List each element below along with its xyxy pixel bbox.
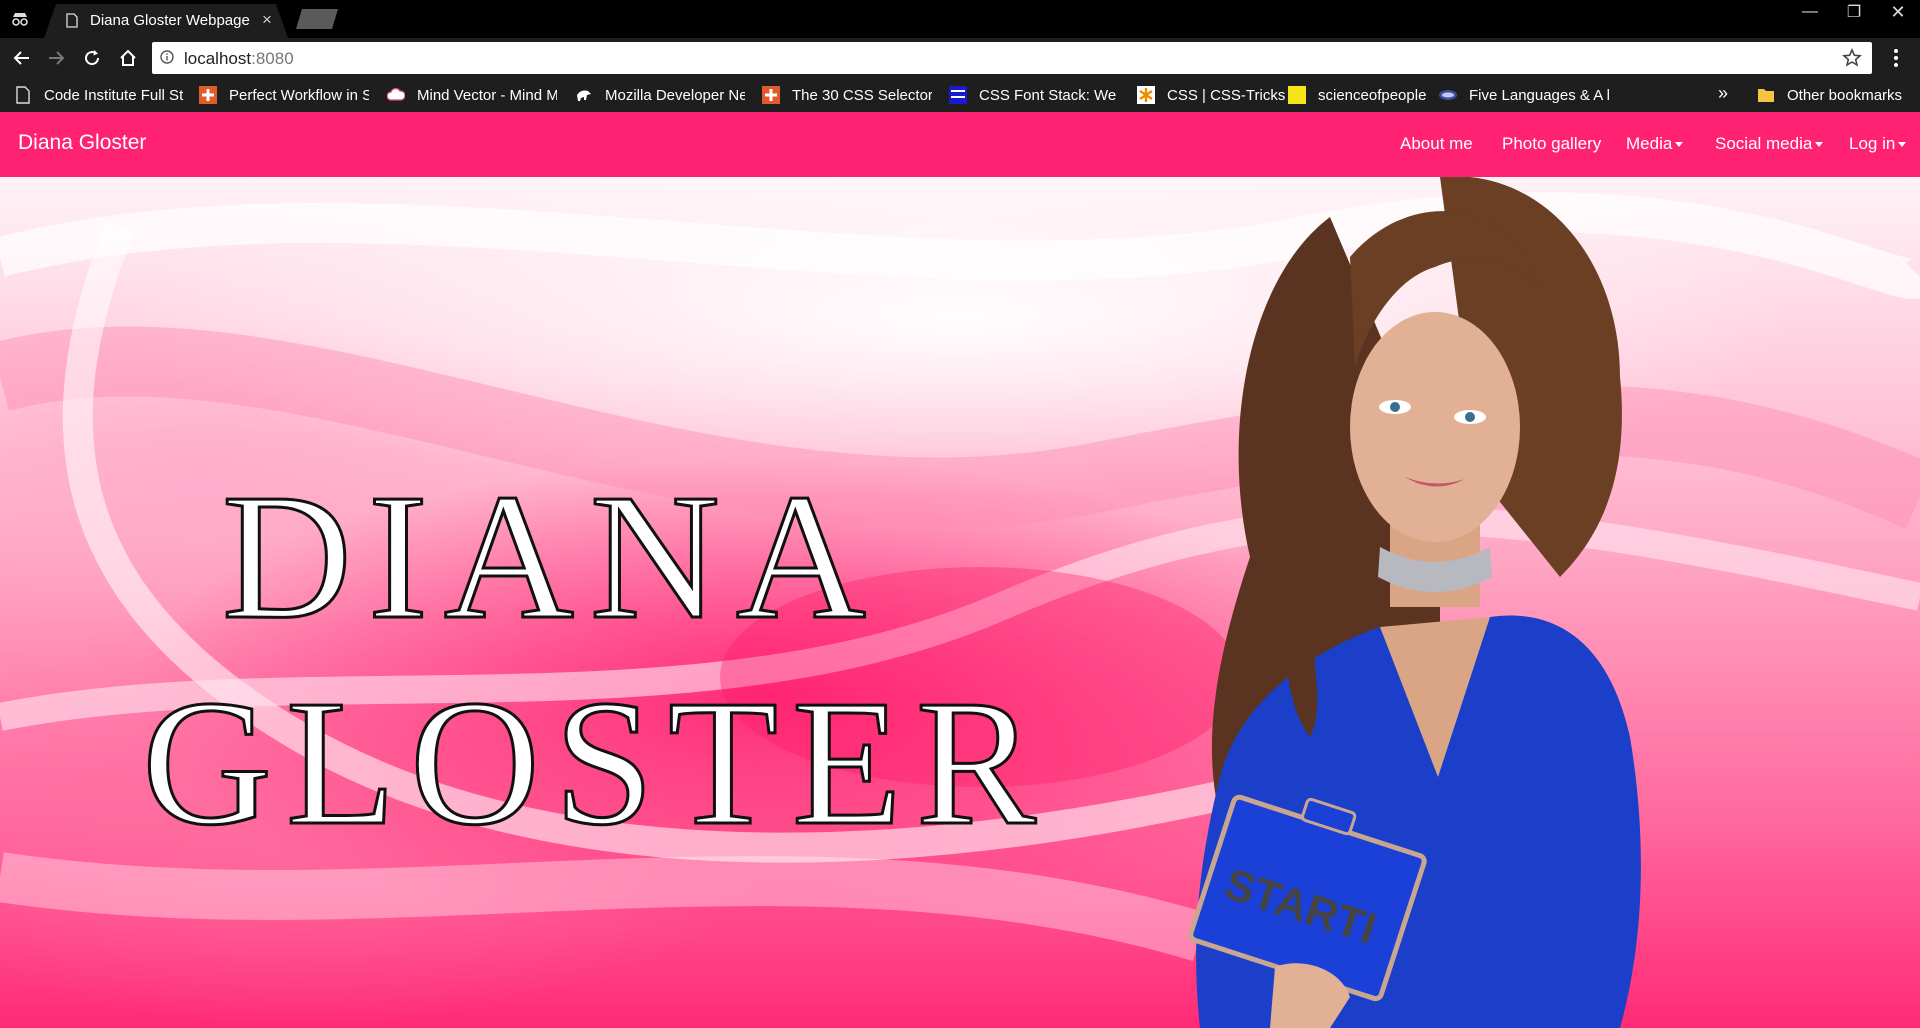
url-text: localhost:8080	[184, 49, 294, 69]
bookmark-label: Code Institute Full St	[44, 86, 184, 104]
bookmark-item[interactable]: Mozilla Developer Ne	[575, 85, 745, 105]
hero-section: DIANA GLOSTER STARTI	[0, 177, 1920, 1028]
nav-social-label: Social media	[1715, 134, 1813, 153]
nav-photo-gallery[interactable]: Photo gallery	[1502, 134, 1601, 154]
nav-media-dropdown[interactable]: Media	[1626, 134, 1684, 154]
reload-icon	[85, 50, 100, 66]
bookmark-label: Mozilla Developer Ne	[605, 86, 745, 104]
bookmarks-bar: Code Institute Full St Perfect Workflow …	[0, 78, 1920, 112]
bookmark-item[interactable]: Code Institute Full St	[14, 85, 184, 105]
minimize-button[interactable]: —	[1788, 0, 1832, 24]
browser-tab-strip: Diana Gloster Webpage × — ❐ ✕	[0, 0, 1920, 38]
nav-media-label: Media	[1626, 134, 1673, 153]
window-controls: — ❐ ✕	[1788, 0, 1920, 24]
bookmark-label: Other bookmarks	[1787, 86, 1903, 104]
home-button[interactable]	[116, 46, 140, 70]
tab-title: Diana Gloster Webpage	[90, 12, 250, 29]
bookmark-label: Five Languages & A l	[1469, 86, 1609, 104]
restore-button[interactable]: ❐	[1832, 0, 1876, 24]
url-port: :8080	[251, 49, 294, 68]
bookmark-item[interactable]: Five Languages & A l	[1439, 85, 1609, 105]
bookmark-item[interactable]: Mind Vector - Mind M	[387, 85, 557, 105]
info-icon	[160, 50, 174, 64]
bookmark-label: CSS Font Stack: Web	[979, 86, 1117, 104]
caret-down-icon	[1898, 142, 1907, 148]
bookmark-label: CSS | CSS-Tricks	[1167, 86, 1286, 104]
bookmark-item[interactable]: The 30 CSS Selectors	[762, 85, 932, 105]
dinosaur-icon	[577, 90, 591, 101]
site-navbar: Diana Gloster About me Photo gallery Med…	[0, 112, 1920, 177]
browser-toolbar: localhost:8080	[0, 38, 1920, 78]
forward-button[interactable]	[44, 46, 68, 70]
bookmark-item[interactable]: CSS | CSS-Tricks	[1137, 85, 1287, 105]
nav-login-dropdown[interactable]: Log in	[1849, 134, 1907, 154]
home-icon	[120, 49, 136, 66]
bookmark-star-icon[interactable]	[1842, 48, 1862, 68]
bookmark-item[interactable]: CSS Font Stack: Web	[949, 85, 1117, 105]
caret-down-icon	[1815, 142, 1824, 148]
url-host: localhost	[184, 49, 252, 68]
bookmarks-overflow-button[interactable]: »	[1718, 83, 1728, 104]
nav-login-label: Log in	[1849, 134, 1896, 153]
hero-title-line-2: GLOSTER	[142, 663, 1050, 862]
fonts-icon	[949, 86, 967, 104]
caret-down-icon	[1675, 142, 1684, 148]
folder-icon	[1758, 89, 1774, 102]
hero-title-line-1: DIANA	[222, 457, 882, 656]
hero-title: DIANA GLOSTER	[141, 456, 1050, 864]
bookmark-label: Perfect Workflow in S	[229, 86, 369, 104]
bookmark-item[interactable]: Perfect Workflow in S	[199, 85, 369, 105]
close-window-button[interactable]: ✕	[1876, 0, 1920, 24]
bookmark-label: Mind Vector - Mind M	[417, 86, 557, 104]
browser-menu-icon[interactable]	[1888, 46, 1904, 70]
forward-arrow-icon	[49, 51, 65, 65]
model-photo: STARTI	[1188, 177, 1641, 1028]
bookmark-label: The 30 CSS Selectors	[792, 86, 932, 104]
flag-icon	[1439, 90, 1457, 100]
asterisk-icon	[1137, 86, 1155, 104]
incognito-icon	[12, 13, 28, 26]
plus-cross-icon	[199, 86, 217, 104]
plus-cross-icon	[762, 86, 780, 104]
bookmark-item[interactable]: scienceofpeople	[1288, 85, 1428, 105]
other-bookmarks-folder[interactable]: Other bookmarks	[1757, 85, 1917, 105]
browser-tab-active[interactable]: Diana Gloster Webpage ×	[44, 4, 288, 38]
yellow-square-icon	[1288, 86, 1306, 104]
reload-button[interactable]	[80, 46, 104, 70]
page-icon	[16, 86, 30, 104]
back-button[interactable]	[10, 46, 34, 70]
address-bar[interactable]: localhost:8080	[152, 42, 1872, 74]
new-tab-button[interactable]	[296, 9, 338, 29]
nav-social-media-dropdown[interactable]: Social media	[1715, 134, 1824, 154]
bookmark-label: scienceofpeople	[1318, 86, 1427, 104]
site-brand-link[interactable]: Diana Gloster	[18, 131, 146, 155]
back-arrow-icon	[13, 51, 29, 65]
tab-close-button[interactable]: ×	[262, 10, 272, 30]
page-icon	[66, 13, 78, 28]
cloud-icon	[387, 88, 405, 101]
nav-about-me[interactable]: About me	[1400, 134, 1473, 154]
